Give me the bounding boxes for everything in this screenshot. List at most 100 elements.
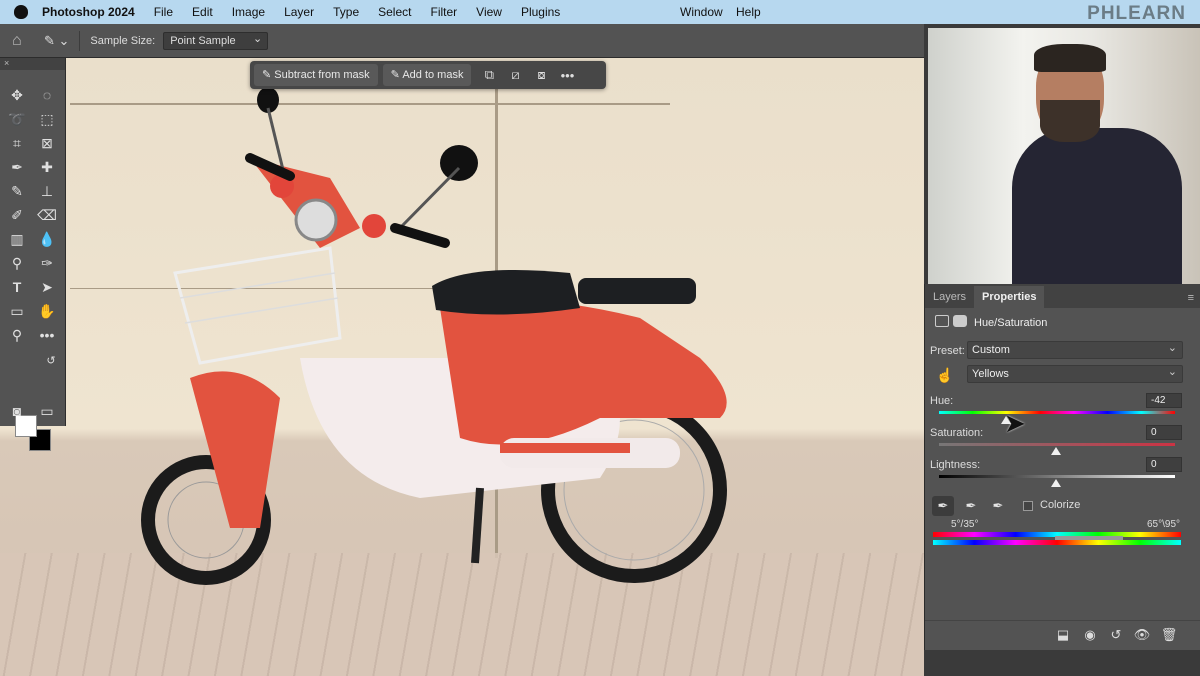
pen-tool-icon[interactable]: ✑ — [36, 252, 58, 274]
mask-icon[interactable] — [953, 315, 967, 327]
presenter-body — [1012, 128, 1182, 284]
result-color-bar — [933, 540, 1181, 545]
hue-value-field[interactable]: -42 — [1146, 393, 1182, 408]
zoom-tool-icon[interactable]: ⚲ — [6, 324, 28, 346]
mask-options-icon[interactable]: ⧇ — [528, 67, 554, 83]
more-options-icon[interactable]: ••• — [554, 68, 580, 83]
sample-size-dropdown[interactable]: Point Sample — [163, 31, 269, 50]
hand-tool-icon[interactable]: ✋ — [36, 300, 58, 322]
hue-slider[interactable] — [939, 411, 1175, 414]
presenter-hair — [1034, 44, 1106, 72]
home-icon[interactable]: ⌂ — [12, 32, 30, 49]
lightness-label: Lightness: — [930, 459, 981, 471]
menu-filter[interactable]: Filter — [430, 5, 457, 19]
adjustment-title: Hue/Saturation — [974, 317, 1048, 329]
brush-minus-icon: ✎ — [262, 69, 275, 81]
colorize-checkbox[interactable] — [1023, 501, 1033, 511]
move-tool-icon[interactable]: ✥ — [6, 84, 28, 106]
menu-app-name[interactable]: Photoshop 2024 — [42, 5, 135, 19]
dodge-tool-icon[interactable]: ⚲ — [6, 252, 28, 274]
shape-tool-icon[interactable]: ▭ — [6, 300, 28, 322]
colorize-label: Colorize — [1040, 499, 1081, 511]
presenter-beard — [1040, 100, 1100, 142]
path-select-tool-icon[interactable]: ➤ — [36, 276, 58, 298]
tools-panel-header[interactable]: × — [0, 58, 65, 70]
menu-window[interactable]: Window — [680, 5, 723, 19]
history-brush-tool-icon[interactable]: ✐ — [6, 204, 28, 226]
preset-dropdown[interactable]: Custom — [967, 341, 1183, 359]
lightness-value-field[interactable]: 0 — [1146, 457, 1182, 472]
blur-tool-icon[interactable]: 💧 — [36, 228, 58, 250]
reset-icon[interactable]: ↺ — [1106, 627, 1126, 645]
menu-layer[interactable]: Layer — [284, 5, 314, 19]
brush-tool-icon[interactable]: ✎ — [6, 180, 28, 202]
apple-icon[interactable] — [14, 5, 28, 19]
screen-mode-icon[interactable]: ▭ — [36, 400, 58, 422]
contextual-task-bar: ✎ Subtract from mask ✎ Add to mask ⧉ ⧄ ⧇… — [250, 61, 606, 89]
eyedropper-minus-icon[interactable]: ✒ — [987, 496, 1009, 516]
menu-help[interactable]: Help — [736, 5, 761, 19]
tools-panel: × ✥ ◌ ➰ ⬚ ⌗ ⊠ ✒ ✚ ✎ ⊥ ✐ ⌫ ▥ 💧 ⚲ ✑ T ➤ ▭ … — [0, 58, 66, 451]
visibility-icon[interactable]: 👁 — [1132, 627, 1152, 645]
subtract-from-mask-label: Subtract from mask — [274, 69, 370, 81]
clip-to-layer-icon[interactable]: ⬓ — [1053, 627, 1073, 645]
object-select-tool-icon[interactable]: ⬚ — [36, 108, 58, 130]
frame-tool-icon[interactable]: ⊠ — [36, 132, 58, 154]
scooter-photo — [141, 87, 727, 585]
crop-tool-icon[interactable]: ⌗ — [6, 132, 28, 154]
healing-brush-tool-icon[interactable]: ✚ — [36, 156, 58, 178]
document-canvas[interactable] — [0, 58, 924, 676]
saturation-value-field[interactable]: 0 — [1146, 425, 1182, 440]
swap-colors-icon[interactable]: ↺ — [40, 350, 62, 372]
menu-type[interactable]: Type — [333, 5, 359, 19]
view-previous-icon[interactable]: ◉ — [1080, 627, 1100, 645]
menu-image[interactable]: Image — [232, 5, 265, 19]
eyedropper-plus-icon[interactable]: ✒ — [960, 496, 982, 516]
mouse-cursor-icon: ➤ — [1004, 408, 1026, 438]
more-tools-icon[interactable]: ••• — [36, 324, 58, 346]
eyedropper-tool-icon[interactable]: ✒ — [6, 156, 28, 178]
menu-view[interactable]: View — [476, 5, 502, 19]
type-tool-icon[interactable]: T — [6, 276, 28, 298]
marquee-tool-icon[interactable]: ◌ — [36, 84, 58, 106]
eraser-tool-icon[interactable]: ⌫ — [36, 204, 58, 226]
stamp-tool-icon[interactable]: ⊥ — [36, 180, 58, 202]
quick-mask-icon[interactable]: ◙ — [6, 400, 28, 422]
brush-plus-icon: ✎ — [390, 69, 403, 81]
invert-mask-icon[interactable]: ⧄ — [502, 67, 528, 83]
saturation-label: Saturation: — [930, 427, 984, 439]
gradient-tool-icon[interactable]: ▥ — [6, 228, 28, 250]
properties-panel: Layers Properties ≡ Hue/Saturation Prese… — [924, 284, 1200, 650]
subtract-from-mask-button[interactable]: ✎ Subtract from mask — [254, 64, 378, 86]
tab-layers[interactable]: Layers — [925, 286, 974, 308]
add-to-mask-button[interactable]: ✎ Add to mask — [382, 64, 472, 86]
options-divider — [79, 30, 81, 51]
menu-file[interactable]: File — [154, 5, 173, 19]
eyedropper-icon[interactable]: ✒ — [932, 496, 954, 516]
tab-properties[interactable]: Properties — [974, 286, 1045, 308]
targeted-adjustment-hand-icon[interactable]: ☝ — [936, 367, 953, 384]
eyedropper-tool-preset-icon[interactable]: ✎ ⌄ — [44, 33, 69, 49]
menu-edit[interactable]: Edit — [192, 5, 213, 19]
range-right-readout: 65°\95° — [1147, 519, 1181, 530]
saturation-slider[interactable] — [939, 443, 1175, 446]
delete-icon[interactable]: 🗑 — [1159, 627, 1179, 645]
range-left-readout: 5°/35° — [951, 519, 979, 530]
panel-tabs: Layers Properties ≡ — [925, 284, 1200, 308]
menu-select[interactable]: Select — [378, 5, 411, 19]
menu-plugins[interactable]: Plugins — [521, 5, 560, 19]
mask-settings-icon[interactable]: ⧉ — [476, 67, 502, 83]
panel-menu-icon[interactable]: ≡ — [1182, 292, 1200, 308]
add-to-mask-label: Add to mask — [402, 69, 464, 81]
hue-label: Hue: — [930, 395, 954, 407]
lasso-tool-icon[interactable]: ➰ — [6, 108, 28, 130]
lightness-slider[interactable] — [939, 475, 1175, 478]
lightness-slider-thumb[interactable] — [1051, 479, 1061, 487]
sample-size-label: Sample Size: — [90, 34, 156, 47]
saturation-slider-thumb[interactable] — [1051, 447, 1061, 455]
brand-logo: PHLEARN — [1087, 3, 1186, 24]
options-bar: ⌂ ✎ ⌄ Sample Size: Point Sample — [0, 24, 924, 58]
channel-dropdown[interactable]: Yellows — [967, 365, 1183, 383]
preset-label: Preset: — [930, 345, 965, 357]
adjustment-icon — [935, 315, 949, 327]
